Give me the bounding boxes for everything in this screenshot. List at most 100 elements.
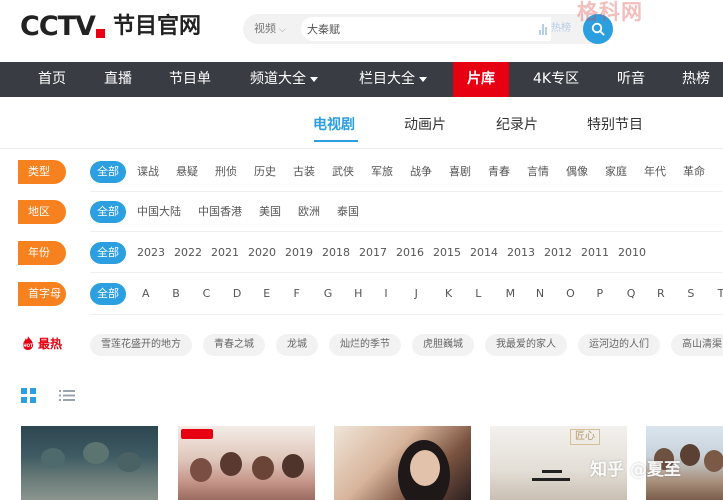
- filter-option[interactable]: 2021: [211, 241, 239, 265]
- filter-option[interactable]: H: [354, 282, 384, 306]
- nav-item-hot[interactable]: 热榜: [682, 62, 710, 97]
- filter-option[interactable]: R: [657, 282, 687, 306]
- filter-option[interactable]: J: [415, 282, 445, 306]
- nav-item-4k[interactable]: 4K专区: [533, 62, 579, 97]
- filter-option[interactable]: 悬疑: [176, 160, 198, 184]
- nav-item-columns[interactable]: 栏目大全: [359, 62, 427, 97]
- filter-option[interactable]: 2018: [322, 241, 350, 265]
- filter-option[interactable]: 军旅: [371, 160, 393, 184]
- filter-option[interactable]: K: [445, 282, 475, 306]
- filter-option[interactable]: 2011: [581, 241, 609, 265]
- filter-option[interactable]: A: [142, 282, 172, 306]
- thumb-figure: [117, 452, 141, 472]
- row-separator: [90, 191, 723, 192]
- filter-label-year: 年份: [18, 241, 66, 265]
- hot-tag[interactable]: 高山清渠: [671, 334, 723, 356]
- tab-animation[interactable]: 动画片: [404, 114, 446, 134]
- active-tab-underline: [314, 140, 358, 142]
- filter-option[interactable]: 中国大陆: [137, 200, 181, 224]
- filter-option[interactable]: C: [203, 282, 233, 306]
- hot-tag[interactable]: 虎胆巍城: [412, 334, 474, 356]
- hot-tag[interactable]: 灿烂的季节: [329, 334, 401, 356]
- grid-view-icon[interactable]: [21, 388, 36, 403]
- filter-option[interactable]: D: [233, 282, 263, 306]
- nav-item-live[interactable]: 直播: [104, 62, 132, 97]
- filter-option[interactable]: 古装: [293, 160, 315, 184]
- hot-tag[interactable]: 龙城: [276, 334, 318, 356]
- hot-tag[interactable]: 我最爱的家人: [485, 334, 567, 356]
- filter-option[interactable]: T: [718, 282, 723, 306]
- thumb-brush-stroke: [532, 478, 570, 481]
- list-view-icon[interactable]: [59, 388, 75, 403]
- nav-item-audio[interactable]: 听音: [617, 62, 645, 97]
- hottest-tags: 雪莲花盛开的地方 青春之城 龙城 灿烂的季节 虎胆巍城 我最爱的家人 运河边的人们 高山清渠: [90, 332, 723, 356]
- filter-option[interactable]: 喜剧: [449, 160, 471, 184]
- filter-all-year[interactable]: 全部: [90, 242, 126, 264]
- tab-tv-drama[interactable]: 电视剧: [313, 114, 355, 134]
- filter-option[interactable]: 泰国: [337, 200, 359, 224]
- filter-option[interactable]: S: [687, 282, 717, 306]
- program-thumbnail[interactable]: [334, 426, 471, 500]
- filter-option[interactable]: 2017: [359, 241, 387, 265]
- filter-option[interactable]: 2015: [433, 241, 461, 265]
- hot-tag[interactable]: 雪莲花盛开的地方: [90, 334, 192, 356]
- filter-option[interactable]: 美国: [259, 200, 281, 224]
- filter-option[interactable]: 2019: [285, 241, 313, 265]
- hot-tag[interactable]: 青春之城: [203, 334, 265, 356]
- logo-red-dot: [95, 28, 105, 38]
- filter-all-region[interactable]: 全部: [90, 201, 126, 223]
- cctv-logo[interactable]: CCTV 节目官网: [20, 12, 201, 42]
- program-thumbnail[interactable]: [21, 426, 158, 500]
- filter-option[interactable]: N: [536, 282, 566, 306]
- thumb-brush-stroke: [542, 470, 562, 473]
- filter-option[interactable]: Q: [627, 282, 657, 306]
- filter-option[interactable]: 中国香港: [198, 200, 242, 224]
- filter-option[interactable]: G: [324, 282, 354, 306]
- nav-item-home[interactable]: 首页: [38, 62, 66, 97]
- filter-option[interactable]: 家庭: [605, 160, 627, 184]
- filter-all-genre[interactable]: 全部: [90, 161, 126, 183]
- filter-option[interactable]: 革命: [683, 160, 705, 184]
- row-separator: [90, 272, 723, 273]
- filter-option[interactable]: 年代: [644, 160, 666, 184]
- filter-option[interactable]: 历史: [254, 160, 276, 184]
- tab-documentary[interactable]: 纪录片: [496, 114, 538, 134]
- hot-rank-link[interactable]: 热榜: [539, 14, 571, 44]
- filter-option[interactable]: 偶像: [566, 160, 588, 184]
- filter-option[interactable]: 青春: [488, 160, 510, 184]
- filter-option[interactable]: 2010: [618, 241, 646, 265]
- search-category-dropdown[interactable]: 视频 ⌵: [254, 14, 286, 44]
- filter-option[interactable]: 2022: [174, 241, 202, 265]
- search-input[interactable]: [301, 17, 551, 41]
- filter-label-region: 地区: [18, 200, 66, 224]
- filter-option[interactable]: I: [384, 282, 414, 306]
- filter-option[interactable]: 刑侦: [215, 160, 237, 184]
- hot-tag[interactable]: 运河边的人们: [578, 334, 660, 356]
- nav-item-channels[interactable]: 频道大全: [250, 62, 318, 97]
- filter-option[interactable]: P: [596, 282, 626, 306]
- filter-option[interactable]: M: [506, 282, 536, 306]
- filter-row-year: 年份 全部 2023 2022 2021 2020 2019 2018 2017 2016 20…: [0, 241, 723, 265]
- filter-option[interactable]: 战争: [410, 160, 432, 184]
- filter-option[interactable]: 2013: [507, 241, 535, 265]
- filter-option[interactable]: F: [293, 282, 323, 306]
- filter-option[interactable]: 谍战: [137, 160, 159, 184]
- filter-option[interactable]: 2012: [544, 241, 572, 265]
- filter-option[interactable]: 欧洲: [298, 200, 320, 224]
- nav-item-library[interactable]: 片库: [453, 62, 509, 97]
- filter-all-initial[interactable]: 全部: [90, 283, 126, 305]
- program-thumbnail[interactable]: [178, 426, 315, 500]
- nav-item-schedule[interactable]: 节目单: [169, 62, 211, 97]
- filter-option[interactable]: O: [566, 282, 596, 306]
- filter-option[interactable]: 2020: [248, 241, 276, 265]
- filter-option[interactable]: B: [172, 282, 202, 306]
- filter-option[interactable]: 2014: [470, 241, 498, 265]
- filter-option[interactable]: 2023: [137, 241, 165, 265]
- filter-option[interactable]: 言情: [527, 160, 549, 184]
- filter-option[interactable]: E: [263, 282, 293, 306]
- filter-option[interactable]: 2016: [396, 241, 424, 265]
- filter-option[interactable]: 武侠: [332, 160, 354, 184]
- row-separator: [90, 231, 723, 232]
- filter-option[interactable]: L: [475, 282, 505, 306]
- tab-special[interactable]: 特别节目: [587, 114, 643, 134]
